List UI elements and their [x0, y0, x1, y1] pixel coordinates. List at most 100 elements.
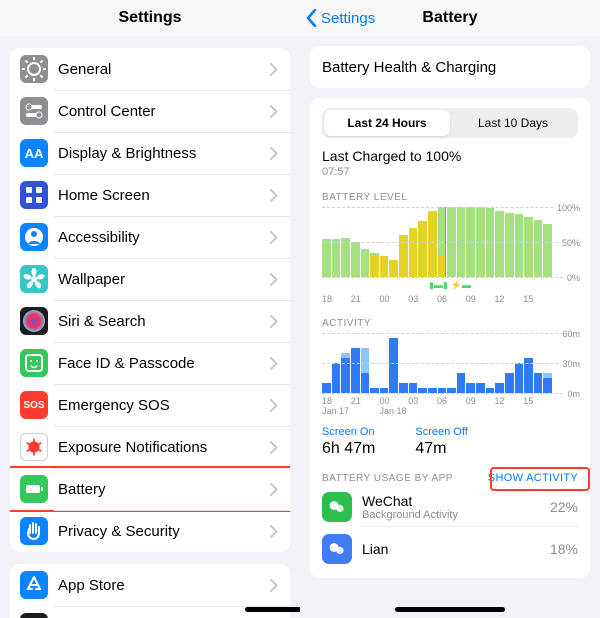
- app-usage-row[interactable]: Lian18%: [322, 526, 578, 568]
- settings-list[interactable]: General Control Center AA Display & Brightn…: [0, 36, 300, 618]
- battery-card: Last 24 Hours Last 10 Days Last Charged …: [310, 98, 590, 578]
- x-axis-sub: Jan 17Jan 18: [322, 406, 578, 416]
- chevron-right-icon: [270, 147, 278, 160]
- sidebar-item-appstore[interactable]: App Store: [10, 564, 290, 606]
- x-axis: 1821000306091215: [322, 396, 578, 406]
- app-name: WeChat: [362, 493, 550, 509]
- axis-label: 60m: [560, 329, 580, 339]
- app-name: Lian: [362, 541, 550, 557]
- person-icon: [20, 223, 48, 251]
- stat-label: Screen Off: [415, 426, 467, 438]
- time-range-segmented[interactable]: Last 24 Hours Last 10 Days: [322, 108, 578, 138]
- sidebar-item-label: Siri & Search: [58, 313, 270, 330]
- appstore-icon: [20, 571, 48, 599]
- sidebar-item-general[interactable]: General: [10, 48, 290, 90]
- sidebar-item-label: Battery: [58, 481, 270, 498]
- current-time-indicator: [445, 207, 446, 277]
- sidebar-item-label: Display & Brightness: [58, 145, 270, 162]
- sidebar-item-label: Accessibility: [58, 229, 270, 246]
- usage-label: BATTERY USAGE BY APP: [322, 473, 453, 484]
- sidebar-item-label: General: [58, 61, 270, 78]
- last-charged-time: 07:57: [322, 166, 578, 178]
- sidebar-item-label: Control Center: [58, 103, 270, 120]
- sidebar-item-exposure[interactable]: Exposure Notifications: [10, 426, 290, 468]
- usage-header: BATTERY USAGE BY APP SHOW ACTIVITY: [322, 472, 578, 484]
- back-button[interactable]: Settings: [306, 9, 375, 27]
- siri-icon: [20, 307, 48, 335]
- chevron-right-icon: [270, 273, 278, 286]
- axis-label: 50%: [560, 238, 580, 248]
- sidebar-item-wallpaper[interactable]: Wallpaper: [10, 258, 290, 300]
- stat-screen-on: Screen On 6h 47m: [322, 426, 375, 458]
- app-icon: [322, 534, 352, 564]
- app-usage-list: WeChatBackground Activity22%Lian18%: [322, 484, 578, 568]
- gear-icon: [20, 55, 48, 83]
- sidebar-item-label: Privacy & Security: [58, 523, 270, 540]
- stat-value: 47m: [415, 440, 467, 458]
- segment-24h[interactable]: Last 24 Hours: [324, 110, 450, 136]
- sidebar-item-label: Emergency SOS: [58, 397, 270, 414]
- battery-pane: Settings Battery Battery Health & Chargi…: [300, 0, 600, 618]
- sidebar-item-faceid[interactable]: Face ID & Passcode: [10, 342, 290, 384]
- sidebar-item-sos[interactable]: SOS Emergency SOS: [10, 384, 290, 426]
- sidebar-item-display[interactable]: AA Display & Brightness: [10, 132, 290, 174]
- hand-icon: [20, 517, 48, 545]
- sidebar-item-home-screen[interactable]: Home Screen: [10, 174, 290, 216]
- battery-content[interactable]: Battery Health & Charging Last 24 Hours …: [300, 36, 600, 618]
- chevron-right-icon: [270, 399, 278, 412]
- sidebar-item-privacy[interactable]: Privacy & Security: [10, 510, 290, 552]
- sidebar-item-label: Home Screen: [58, 187, 270, 204]
- activity-label: ACTIVITY: [322, 318, 578, 329]
- stat-label: Screen On: [322, 426, 375, 438]
- sidebar-item-siri[interactable]: Siri & Search: [10, 300, 290, 342]
- sidebar-item-label: App Store: [58, 577, 270, 594]
- chevron-right-icon: [270, 483, 278, 496]
- settings-title: Settings: [0, 0, 300, 36]
- charging-indicators: ▮▬▮⚡▬: [322, 280, 578, 291]
- axis-label: 100%: [555, 203, 580, 213]
- battery-level-label: BATTERY LEVEL: [322, 192, 578, 203]
- battery-titlebar: Settings Battery: [300, 0, 600, 36]
- sidebar-item-label: Exposure Notifications: [58, 439, 270, 456]
- chevron-right-icon: [270, 231, 278, 244]
- sidebar-item-label: Wallpaper: [58, 271, 270, 288]
- AA-icon: AA: [20, 139, 48, 167]
- x-axis: 1821000306091215: [322, 294, 578, 304]
- home-indicator[interactable]: [245, 607, 300, 612]
- chevron-right-icon: [270, 315, 278, 328]
- back-label: Settings: [321, 10, 375, 27]
- activity-chart[interactable]: 60m 30m 0m: [322, 333, 578, 393]
- chevron-right-icon: [270, 579, 278, 592]
- switches-icon: [20, 97, 48, 125]
- battery-health-label: Battery Health & Charging: [322, 59, 578, 76]
- battery-health-row[interactable]: Battery Health & Charging: [310, 46, 590, 88]
- virus-icon: [20, 433, 48, 461]
- chevron-left-icon: [306, 9, 317, 27]
- page-title: Battery: [422, 9, 477, 27]
- sidebar-item-control-center[interactable]: Control Center: [10, 90, 290, 132]
- usage-stats: Screen On 6h 47m Screen Off 47m: [322, 426, 578, 458]
- chevron-right-icon: [270, 357, 278, 370]
- app-usage-row[interactable]: WeChatBackground Activity22%: [322, 484, 578, 526]
- show-activity-button[interactable]: SHOW ACTIVITY: [488, 472, 578, 484]
- grid-icon: [20, 181, 48, 209]
- SOS-icon: SOS: [20, 391, 48, 419]
- chevron-right-icon: [270, 63, 278, 76]
- battery-level-chart[interactable]: 100% 50% 0%: [322, 207, 578, 277]
- stat-value: 6h 47m: [322, 440, 375, 458]
- home-indicator[interactable]: [395, 607, 505, 612]
- flower-icon: [20, 265, 48, 293]
- sidebar-item-accessibility[interactable]: Accessibility: [10, 216, 290, 258]
- sidebar-item-label: Face ID & Passcode: [58, 355, 270, 372]
- face-icon: [20, 349, 48, 377]
- axis-label: 30m: [560, 359, 580, 369]
- app-icon: [322, 492, 352, 522]
- chevron-right-icon: [270, 189, 278, 202]
- app-detail: Background Activity: [362, 509, 550, 521]
- battery-icon: [20, 475, 48, 503]
- app-percent: 18%: [550, 541, 578, 557]
- stat-screen-off: Screen Off 47m: [415, 426, 467, 458]
- last-charged-title: Last Charged to 100%: [322, 148, 578, 164]
- segment-10d[interactable]: Last 10 Days: [450, 110, 576, 136]
- sidebar-item-battery[interactable]: Battery: [10, 468, 290, 510]
